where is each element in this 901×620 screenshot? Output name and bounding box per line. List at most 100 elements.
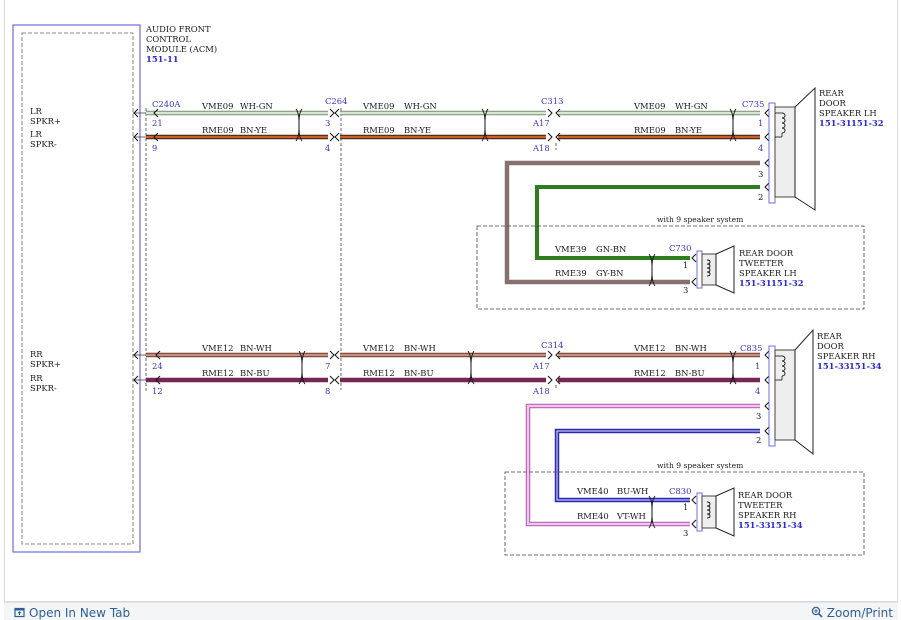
- pin-c735-3: 3: [758, 169, 763, 179]
- tweeter-lh-title-3: SPEAKER LH: [739, 268, 797, 278]
- connector-c314: C314: [541, 340, 563, 350]
- rear-lh-ref-2[interactable]: 151-32: [851, 118, 884, 128]
- rear-lh-title-1: REAR: [819, 88, 844, 98]
- tweeter-lh-symbol: [696, 245, 735, 294]
- rear-rh-ref-2[interactable]: 151-34: [849, 361, 882, 371]
- wire-vme39-color: GN-BN: [596, 244, 626, 254]
- wire-rme39-circuit: RME39: [555, 268, 587, 278]
- wire-rme09-color-2: BN-YE: [404, 125, 431, 135]
- tweeter-rh-title-1: REAR DOOR: [738, 490, 793, 500]
- tweeter-lh-title-2: TWEETER: [739, 258, 784, 268]
- zoom-print-label: Zoom/Print: [826, 606, 893, 620]
- wire-vme40-circuit: VME40: [576, 486, 608, 496]
- rr-minus-label-1: RR: [30, 373, 43, 383]
- tweeter-lh-ref-1[interactable]: 151-31: [739, 278, 772, 288]
- wire-vme40-color: BU-WH: [617, 486, 648, 496]
- connector-c735: C735: [742, 99, 764, 109]
- rear-lh-title-2: DOOR: [819, 98, 846, 108]
- pin-c830-1: 1: [683, 502, 688, 512]
- pin-c735-1: 1: [758, 118, 763, 128]
- wire-rme12-circuit-2: RME12: [363, 368, 395, 378]
- pin-c264-8: 8: [325, 386, 330, 396]
- pin-c735-2: 2: [758, 192, 763, 202]
- wire-vme12-color-1: BN-WH: [240, 343, 272, 353]
- rr-plus-label-2: SPKR+: [30, 359, 61, 369]
- connector-c264: C264: [325, 96, 347, 106]
- tweeter-rh-title-3: SPEAKER RH: [738, 510, 796, 520]
- tweeter-rh-symbol: [696, 487, 735, 537]
- wire-vme39-circuit: VME39: [554, 244, 586, 254]
- pin-c730-1: 1: [683, 260, 688, 270]
- connector-c313: C313: [541, 96, 563, 106]
- wire-rme12-circuit-3: RME12: [634, 368, 666, 378]
- wire-vme09-circuit-2: VME09: [362, 101, 394, 111]
- wiring-diagram: AUDIO FRONT CONTROL MODULE (ACM) 151-11 …: [12, 24, 884, 556]
- wire-rme40-circuit: RME40: [577, 511, 609, 521]
- open-in-new-tab-link[interactable]: Open In New Tab: [14, 606, 130, 620]
- pin-c313-a17: A17: [532, 118, 550, 128]
- module-title-1: AUDIO FRONT: [145, 24, 211, 34]
- pin-c264-4: 4: [325, 143, 330, 153]
- external-tab-icon: [14, 607, 25, 620]
- pin-c835-1: 1: [755, 361, 760, 371]
- wire-rme12-color-2: BN-BU: [404, 368, 434, 378]
- module-title-2: CONTROL: [146, 34, 191, 44]
- tweeter-rh-ref-2[interactable]: 151-34: [770, 520, 803, 530]
- rr-plus-label-1: RR: [30, 349, 43, 359]
- pin-c835-2: 2: [756, 435, 761, 445]
- wire-vme09-color-1: WH-GN: [240, 101, 273, 111]
- wire-rme39-color: GY-BN: [596, 268, 623, 278]
- pin-c240a-9: 9: [152, 143, 157, 153]
- tweeter-lh-note: with 9 speaker system: [657, 215, 743, 224]
- wire-rme09-color-1: BN-YE: [240, 125, 267, 135]
- lr-plus-label-1: LR: [30, 106, 43, 116]
- zoom-print-link[interactable]: Zoom/Print: [811, 606, 893, 620]
- connector-c730: C730: [669, 243, 691, 253]
- rear-rh-title-2: DOOR: [817, 341, 844, 351]
- pin-c830-3: 3: [683, 528, 688, 538]
- pin-c240a-12: 12: [152, 386, 163, 396]
- tweeter-lh-ref-2[interactable]: 151-32: [771, 278, 804, 288]
- rear-rh-title-1: REAR: [817, 331, 842, 341]
- wire-vme12-circuit-2: VME12: [362, 343, 394, 353]
- pin-c835-4: 4: [755, 386, 760, 396]
- pin-c735-4: 4: [758, 143, 763, 153]
- wire-vme12-circuit-3: VME12: [633, 343, 665, 353]
- pin-c264-7: 7: [325, 361, 330, 371]
- pin-c240a-24: 24: [152, 361, 163, 371]
- rear-rh-title-3: SPEAKER RH: [817, 351, 875, 361]
- rear-door-speaker-lh: [768, 86, 816, 211]
- module-outline: [12, 24, 141, 553]
- wire-rme09-color-3: BN-YE: [675, 125, 702, 135]
- wire-rme09-circuit-3: RME09: [634, 125, 666, 135]
- open-in-new-tab-label: Open In New Tab: [29, 606, 131, 620]
- pin-c730-3: 3: [683, 285, 688, 295]
- magnifier-icon: [811, 606, 823, 620]
- lr-plus-label-2: SPKR+: [30, 116, 61, 126]
- wire-rme12-circuit-1: RME12: [202, 368, 234, 378]
- pin-c314-a17: A17: [532, 361, 550, 371]
- wire-vme09-circuit-3: VME09: [633, 101, 665, 111]
- wire-vme09-circuit-1: VME09: [201, 101, 233, 111]
- wire-vme12-circuit-1: VME12: [201, 343, 233, 353]
- pin-c264-3: 3: [325, 118, 330, 128]
- rear-lh-title-3: SPEAKER LH: [819, 108, 877, 118]
- rr-minus-label-2: SPKR-: [30, 383, 57, 393]
- rear-lh-ref-1[interactable]: 151-31: [819, 118, 852, 128]
- module-ref[interactable]: 151-11: [146, 54, 179, 64]
- rear-door-speaker-rh: [768, 328, 814, 456]
- tweeter-lh-title-1: REAR DOOR: [739, 248, 794, 258]
- wire-rme09-circuit-2: RME09: [363, 125, 395, 135]
- wire-vme09-color-2: WH-GN: [404, 101, 437, 111]
- footer-bar: Open In New Tab Zoom/Print: [4, 602, 898, 620]
- wire-rme09-circuit-1: RME09: [202, 125, 234, 135]
- rear-rh-ref-1[interactable]: 151-33: [817, 361, 850, 371]
- wire-vme12-color-3: BN-WH: [675, 343, 707, 353]
- wire-rme40-color: VT-WH: [616, 511, 646, 521]
- wire-vme09-color-3: WH-GN: [675, 101, 708, 111]
- tweeter-rh-title-2: TWEETER: [738, 500, 783, 510]
- wire-rme12-color-1: BN-BU: [240, 368, 270, 378]
- connector-c835: C835: [740, 343, 762, 353]
- pin-c313-a18: A18: [532, 143, 550, 153]
- tweeter-rh-ref-1[interactable]: 151-33: [738, 520, 771, 530]
